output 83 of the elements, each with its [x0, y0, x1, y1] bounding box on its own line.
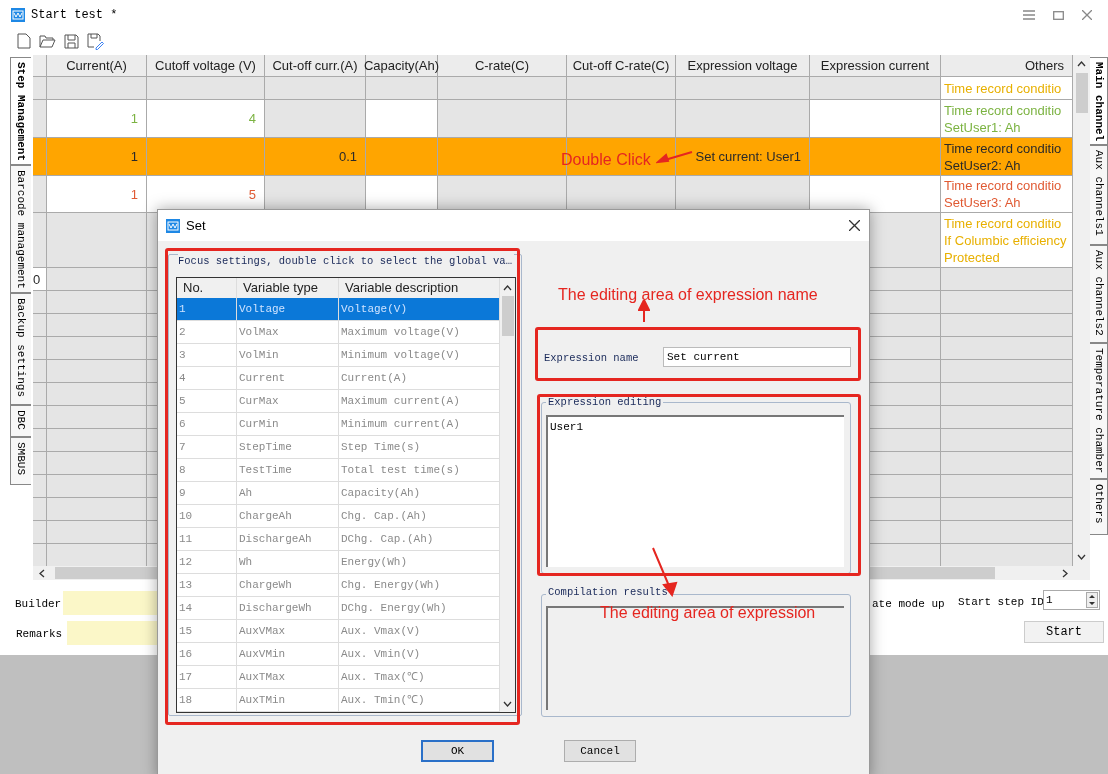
- side-tab[interactable]: Step Management: [10, 57, 31, 165]
- side-tab[interactable]: Main channel: [1090, 57, 1108, 145]
- column-header[interactable]: C-rate(C): [438, 55, 567, 76]
- scroll-left-icon[interactable]: [39, 568, 45, 578]
- variable-row[interactable]: 7 StepTime Step Time(s): [177, 436, 500, 459]
- side-tab[interactable]: Others: [1090, 479, 1108, 535]
- table-cell: Time record conditio SetUser1: Ah: [941, 100, 1073, 137]
- maximize-icon[interactable]: [1053, 10, 1064, 20]
- column-header[interactable]: Current(A): [47, 55, 147, 76]
- variable-row[interactable]: 12 Wh Energy(Wh): [177, 551, 500, 574]
- table-cell: 5: [147, 176, 265, 212]
- variable-row[interactable]: 13 ChargeWh Chg. Energy(Wh): [177, 574, 500, 597]
- app-logo-icon: [166, 218, 180, 233]
- column-header[interactable]: Cut-off C-rate(C): [567, 55, 676, 76]
- expression-editing-field[interactable]: User1: [546, 415, 844, 567]
- side-tab[interactable]: Temperature chamber: [1090, 343, 1108, 479]
- start-button[interactable]: Start: [1024, 621, 1104, 643]
- spinner-icon[interactable]: [1086, 592, 1098, 608]
- side-tab[interactable]: Barcode management: [10, 165, 31, 293]
- side-tab[interactable]: Aux channels2: [1090, 245, 1108, 343]
- annotation-arrow: [638, 300, 650, 323]
- variable-row[interactable]: 15 AuxVMax Aux. Vmax(V): [177, 620, 500, 643]
- mode-label: ate mode up: [872, 597, 945, 612]
- expression-name-label: Expression name: [544, 351, 639, 366]
- close-icon[interactable]: [849, 220, 860, 231]
- menu-icon[interactable]: [1023, 10, 1035, 20]
- variable-row[interactable]: 1 Voltage Voltage(V): [177, 298, 500, 321]
- ok-button[interactable]: OK: [421, 740, 494, 762]
- table-cell: 0: [33, 268, 47, 290]
- column-header[interactable]: Expression voltage: [676, 55, 810, 76]
- side-tab[interactable]: DBC: [10, 405, 31, 437]
- vertical-scrollbar[interactable]: [1073, 55, 1090, 566]
- variable-row[interactable]: 2 VolMax Maximum voltage(V): [177, 321, 500, 344]
- scroll-thumb[interactable]: [1075, 73, 1088, 113]
- variable-row[interactable]: 11 DischargeAh DChg. Cap.(Ah): [177, 528, 500, 551]
- variable-row[interactable]: 3 VolMin Minimum voltage(V): [177, 344, 500, 367]
- cancel-button[interactable]: Cancel: [564, 740, 636, 762]
- scroll-down-icon[interactable]: [503, 701, 512, 707]
- table-cell: 1: [47, 100, 147, 137]
- variable-row[interactable]: 18 AuxTMin Aux. Tmin(℃): [177, 689, 500, 712]
- column-header[interactable]: Cutoff voltage (V): [147, 55, 265, 76]
- side-tab[interactable]: Aux channels1: [1090, 145, 1108, 245]
- column-header[interactable]: Capacity(Ah): [366, 55, 438, 76]
- variable-row[interactable]: 4 Current Current(A): [177, 367, 500, 390]
- table-cell: 1: [47, 138, 147, 175]
- scroll-up-icon[interactable]: [503, 285, 512, 291]
- table-cell: 1: [47, 176, 147, 212]
- scroll-thumb[interactable]: [501, 296, 514, 336]
- remarks-label: Remarks: [16, 627, 63, 642]
- scroll-down-icon[interactable]: [1077, 554, 1086, 560]
- annotation-text: The editing area of expression: [600, 603, 816, 623]
- builder-label: Builder: [15, 597, 62, 612]
- save-icon[interactable]: [64, 33, 79, 49]
- table-cell: 4: [147, 100, 265, 137]
- variable-row[interactable]: 16 AuxVMin Aux. Vmin(V): [177, 643, 500, 666]
- folder-icon[interactable]: [39, 34, 56, 48]
- variable-row[interactable]: 17 AuxTMax Aux. Tmax(℃): [177, 666, 500, 689]
- annotation-text: The editing area of expression name: [558, 285, 818, 305]
- scroll-up-icon[interactable]: [1077, 61, 1086, 67]
- app-logo-icon: [11, 8, 25, 22]
- start-step-label: Start step ID: [958, 595, 1044, 610]
- window-title: Start test *: [31, 7, 118, 24]
- scroll-right-icon[interactable]: [1062, 568, 1068, 578]
- variable-row[interactable]: 9 Ah Capacity(Ah): [177, 482, 500, 505]
- side-tab[interactable]: SMBUS: [10, 437, 31, 485]
- dialog-title: Set: [186, 216, 206, 235]
- variable-row[interactable]: 8 TestTime Total test time(s): [177, 459, 500, 482]
- table-cell: Time record conditio: [941, 77, 1073, 99]
- save-as-icon[interactable]: [87, 32, 104, 50]
- table-cell: 0.1: [265, 138, 366, 175]
- column-header[interactable]: Expression current: [810, 55, 941, 76]
- expression-name-field[interactable]: Set current: [663, 347, 851, 367]
- table-cell: Time record conditio SetUser3: Ah: [941, 176, 1073, 212]
- side-tab[interactable]: Backup settings: [10, 293, 31, 405]
- variable-row[interactable]: 14 DischargeWh DChg. Energy(Wh): [177, 597, 500, 620]
- vertical-scrollbar[interactable]: [500, 278, 515, 712]
- table-row[interactable]: 1 5 Time record conditio SetUser3: Ah: [33, 176, 1073, 213]
- variable-row[interactable]: 10 ChargeAh Chg. Cap.(Ah): [177, 505, 500, 528]
- start-step-field[interactable]: 1: [1043, 590, 1100, 610]
- new-file-icon[interactable]: [17, 33, 31, 49]
- variable-row[interactable]: 6 CurMin Minimum current(A): [177, 413, 500, 436]
- table-cell: Time record conditio If Columbic efficiency Protected: [941, 213, 1073, 267]
- variable-row[interactable]: 5 CurMax Maximum current(A): [177, 390, 500, 413]
